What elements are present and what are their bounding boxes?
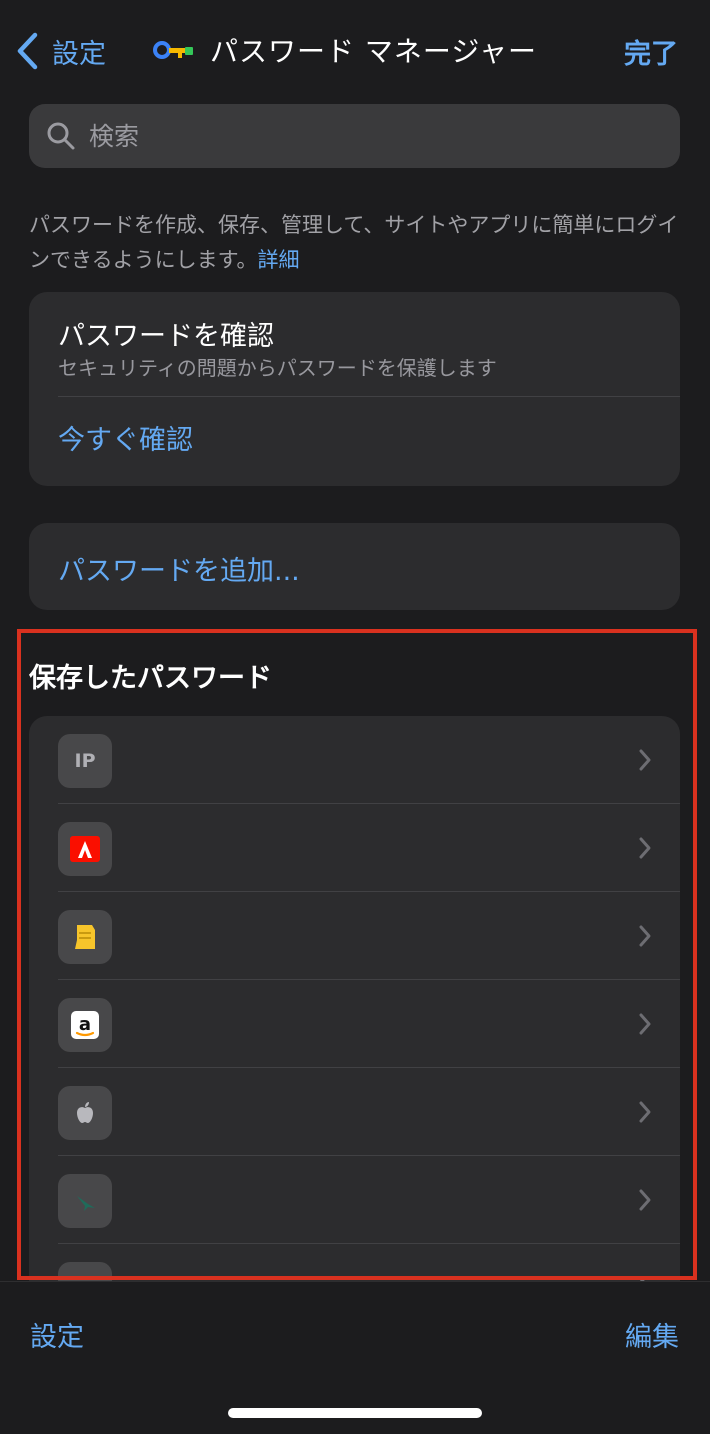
list-item[interactable]: a (29, 980, 680, 1068)
monogram-text: IP (74, 750, 96, 772)
settings-button[interactable]: 設定 (30, 1315, 84, 1354)
saved-passwords-list: IP a (29, 716, 680, 1281)
add-password-label: パスワードを追加... (58, 556, 300, 587)
page-title: パスワード マネージャー (210, 35, 537, 68)
search-icon (47, 122, 75, 150)
description-body: パスワードを作成、保存、管理して、サイトやアプリに簡単にログインできるようにしま… (29, 213, 679, 272)
key-icon (153, 41, 193, 59)
password-check-card: パスワードを確認 セキュリティの問題からパスワードを保護します 今すぐ確認 (29, 292, 680, 486)
home-indicator (228, 1408, 482, 1418)
bird-logo-icon (77, 1196, 95, 1211)
chevron-right-icon (639, 1101, 651, 1123)
saved-passwords-heading: 保存したパスワード (29, 663, 272, 694)
list-item[interactable] (29, 892, 680, 980)
chevron-right-icon (639, 1013, 651, 1035)
search-bar[interactable] (29, 104, 680, 168)
amazon-icon: a (58, 998, 112, 1052)
yellow-notes-icon (75, 925, 95, 949)
list-item[interactable]: IP (29, 716, 680, 804)
list-item[interactable] (29, 1156, 680, 1244)
chevron-right-icon (639, 925, 651, 947)
bird-app-icon (58, 1174, 112, 1228)
adobe-icon (58, 822, 112, 876)
description-text: パスワードを作成、保存、管理して、サイトやアプリに簡単にログインできるようにしま… (29, 208, 679, 278)
nav-title-group: パスワード マネージャー (152, 28, 537, 72)
partial-app-icon (58, 1262, 112, 1281)
password-check-subtitle: セキュリティの問題からパスワードを保護します (58, 356, 497, 380)
done-button[interactable]: 完了 (624, 32, 678, 71)
navigation-bar: 設定 パスワード マネージャー 完了 (0, 0, 710, 100)
check-now-button[interactable]: 今すぐ確認 (58, 418, 193, 457)
back-button[interactable]: 設定 (14, 30, 106, 72)
apple-logo-icon (77, 1102, 93, 1123)
adobe-logo-icon (70, 836, 100, 862)
list-item[interactable] (29, 804, 680, 892)
chevron-right-icon (639, 1189, 651, 1211)
chevron-right-icon (639, 749, 651, 771)
apple-icon (58, 1086, 112, 1140)
password-check-title: パスワードを確認 (58, 321, 274, 352)
yellow-app-icon (58, 910, 112, 964)
add-password-button[interactable]: パスワードを追加... (29, 523, 680, 610)
edit-button[interactable]: 編集 (625, 1315, 679, 1354)
chevron-right-icon (639, 837, 651, 859)
learn-more-link[interactable]: 詳細 (257, 248, 299, 272)
svg-text:a: a (79, 1014, 91, 1035)
back-button-label: 設定 (52, 38, 106, 70)
amazon-logo-icon: a (71, 1011, 99, 1039)
chevron-left-icon (17, 32, 38, 70)
divider (58, 396, 680, 397)
list-item[interactable] (29, 1244, 680, 1281)
search-input[interactable] (87, 120, 651, 152)
list-item[interactable] (29, 1068, 680, 1156)
ip-monogram-icon: IP (58, 734, 112, 788)
